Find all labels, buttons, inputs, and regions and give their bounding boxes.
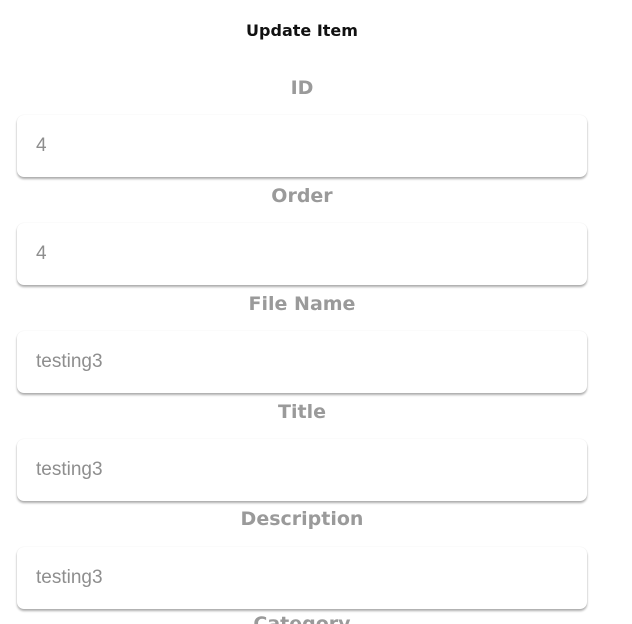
order-field-box <box>17 223 587 285</box>
file-name-input[interactable] <box>17 331 587 393</box>
description-field-box <box>17 547 587 609</box>
page-title: Update Item <box>246 21 358 40</box>
id-input[interactable] <box>17 115 587 177</box>
file-name-label: File Name <box>248 293 356 315</box>
category-label: Category <box>253 613 351 624</box>
title-input[interactable] <box>17 439 587 501</box>
order-input[interactable] <box>17 223 587 285</box>
title-label: Title <box>278 401 326 423</box>
description-label: Description <box>240 508 364 530</box>
order-label: Order <box>271 185 333 207</box>
file-name-field-box <box>17 331 587 393</box>
description-input[interactable] <box>17 547 587 609</box>
title-field-box <box>17 439 587 501</box>
id-field-box <box>17 115 587 177</box>
id-label: ID <box>290 77 314 99</box>
